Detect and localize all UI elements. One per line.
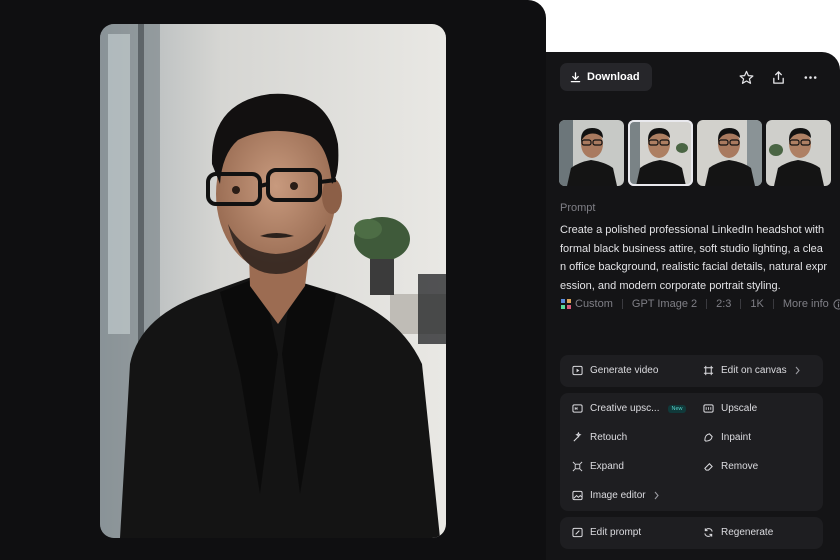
image-preview-panel [0,0,546,560]
more-options-button[interactable] [800,67,820,87]
image-editor-label: Image editor [590,490,646,501]
style-value: Custom [575,298,613,310]
download-label: Download [587,71,640,83]
headshot-illustration [100,24,446,538]
edit-prompt-label: Edit prompt [590,527,642,538]
meta-divider [706,299,708,309]
share-icon [772,70,784,84]
upscale-button[interactable]: Upscale [703,403,757,414]
edit-on-canvas-label: Edit on canvas [721,365,787,376]
meta-divider [772,299,774,309]
favorite-button[interactable] [736,67,756,87]
new-badge: New [668,404,686,413]
remove-label: Remove [721,461,759,472]
expand-button[interactable]: Expand [572,461,624,472]
inpaint-label: Inpaint [721,432,752,443]
ratio-value: 2:3 [716,298,732,310]
inpaint-icon [704,433,713,442]
expand-label: Expand [590,461,624,472]
edit-prompt-button[interactable]: Edit prompt [572,527,641,538]
remove-button[interactable]: Remove [703,461,758,472]
edit-on-canvas-button[interactable]: Edit on canvas [703,365,801,376]
generation-meta: Custom GPT Image 2 2:3 1K More info [560,298,840,310]
more-icon [804,75,816,79]
creative-upscale-button[interactable]: Creative upsc... New [572,403,686,414]
prompt-label: Prompt [560,202,596,214]
prompt-text: Create a polished professional LinkedIn … [560,224,827,292]
upscale-label: Upscale [721,403,758,414]
prompt-actions-card: Edit prompt Regenerate [560,517,823,549]
download-button[interactable]: Download [560,63,652,91]
retouch-label: Retouch [590,432,628,443]
thumbnail-3[interactable] [697,120,762,186]
image-editor-button[interactable]: Image editor [572,490,660,501]
inpaint-button[interactable]: Inpaint [703,432,751,443]
generated-headshot-image[interactable] [100,24,446,538]
chevron-right-icon [795,366,800,375]
primary-actions-card: Generate video Edit on canvas [560,355,823,387]
meta-divider [621,299,623,309]
retouch-icon [573,432,582,442]
download-icon [570,71,581,82]
creative-upscale-label: Creative upsc... [590,403,660,414]
editing-tools-card: Creative upsc... New Upscale Retouch Inp… [560,393,823,511]
regenerate-label: Regenerate [721,527,774,538]
edit-icon [572,527,583,538]
more-info-link[interactable]: More info [783,298,829,310]
thumbnail-1[interactable] [559,120,624,186]
generate-video-label: Generate video [590,365,659,376]
regenerate-button[interactable]: Regenerate [703,527,773,538]
star-icon [739,70,753,84]
details-toolbar: Download [560,63,828,91]
canvas-icon [703,365,714,376]
expand-icon [572,461,583,472]
refresh-icon [704,528,713,537]
generate-video-button[interactable]: Generate video [572,365,658,376]
video-icon [572,365,583,376]
model-value: GPT Image 2 [631,298,698,310]
meta-divider [740,299,742,309]
resolution-value: 1K [750,298,764,310]
share-button[interactable] [768,67,788,87]
thumbnail-4[interactable] [766,120,831,186]
chevron-right-icon [654,491,659,500]
custom-style-icon [561,299,571,309]
image-editor-icon [572,490,583,501]
image-details-panel: Download Prompt Create a polished profes… [546,52,840,560]
thumbnail-2[interactable] [628,120,693,186]
eraser-icon [704,463,713,471]
info-icon[interactable] [833,298,840,310]
upscale-icon [703,404,714,413]
hd-icon [572,404,583,413]
retouch-button[interactable]: Retouch [572,432,627,443]
variation-thumbnails [559,120,831,186]
